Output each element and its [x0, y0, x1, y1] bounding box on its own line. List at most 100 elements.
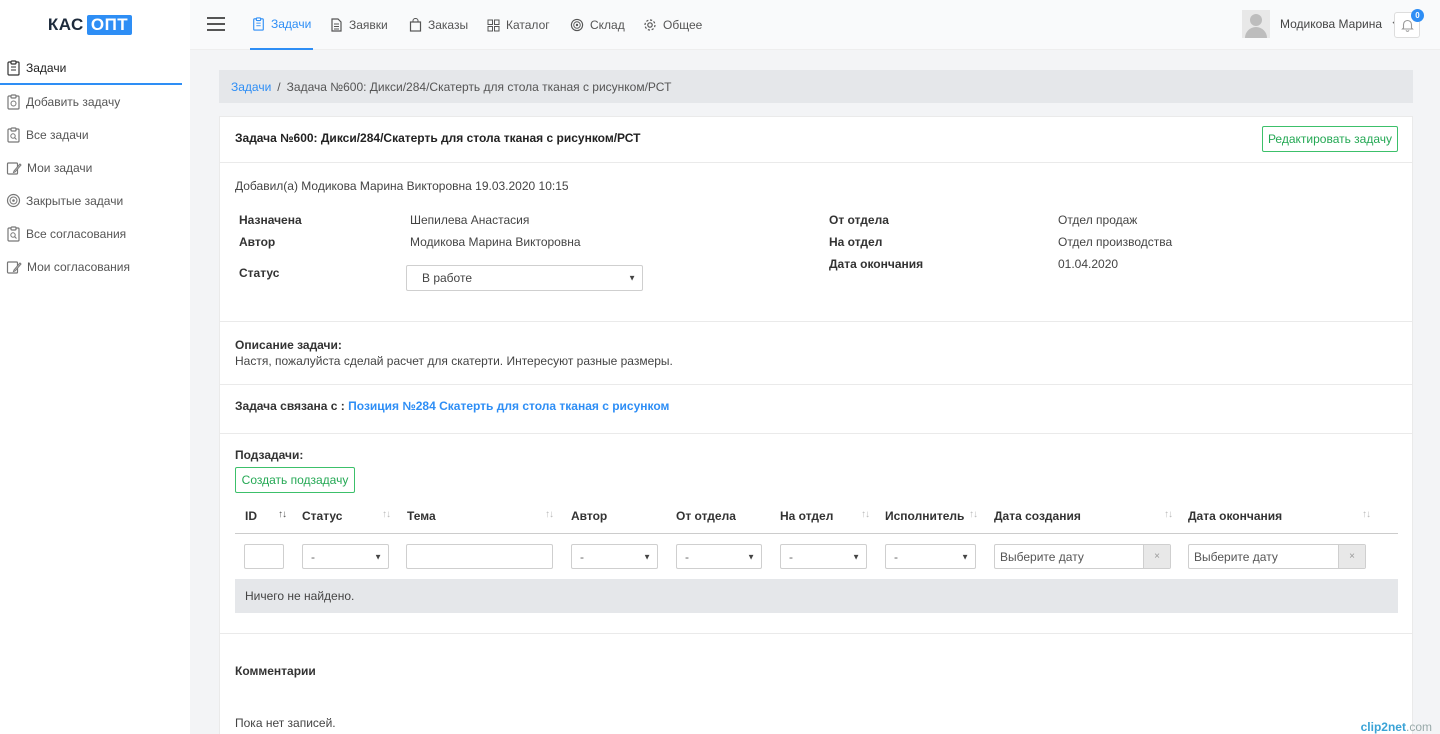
status-select[interactable]: В работе ▼: [406, 265, 643, 291]
tab-label: Каталог: [506, 18, 550, 32]
sidebar-item-label: Задачи: [26, 61, 67, 75]
divider: [220, 633, 1412, 634]
tab-label: Задачи: [271, 17, 312, 31]
divider: [220, 321, 1412, 322]
column-header-status[interactable]: Статус: [302, 509, 342, 523]
status-select-value: В работе: [422, 271, 473, 285]
date-placeholder: Выберите дату: [1194, 549, 1278, 564]
user-name: Модикова Марина: [1280, 17, 1383, 31]
date-placeholder: Выберите дату: [1000, 549, 1084, 564]
assigned-label: Назначена: [239, 213, 302, 227]
logo[interactable]: КАС ОПТ: [0, 0, 190, 50]
bell-icon: [1400, 19, 1414, 32]
end-date-value: 01.04.2020: [1058, 257, 1119, 271]
filter-value: -: [789, 549, 793, 564]
to-dept-filter-select[interactable]: - ▼: [780, 544, 867, 569]
filter-value: -: [580, 549, 584, 564]
sidebar-item-all-tasks[interactable]: Все задачи: [0, 118, 190, 151]
added-by-text: Добавил(а) Модикова Марина Викторовна 19…: [235, 179, 569, 193]
sort-icon[interactable]: ↑↓: [278, 509, 287, 520]
sort-icon[interactable]: ↑↓: [861, 509, 870, 520]
clipboard-icon: [7, 60, 20, 76]
sidebar-item-add-task[interactable]: Добавить задачу: [0, 85, 190, 118]
edit-task-button[interactable]: Редактировать задачу: [1262, 126, 1398, 152]
top-navbar: Задачи Заявки Заказы Каталог Склад Общее…: [190, 0, 1440, 50]
end-date-filter[interactable]: Выберите дату ×: [1188, 544, 1366, 569]
sort-icon[interactable]: ↑↓: [969, 509, 978, 520]
user-menu[interactable]: Модикова Марина: [1242, 10, 1400, 38]
column-header-executor[interactable]: Исполнитель: [885, 509, 964, 523]
tab-tasks[interactable]: Задачи: [250, 0, 314, 50]
clipboard-icon: [253, 17, 264, 31]
sort-icon[interactable]: ↑↓: [1164, 509, 1173, 520]
tab-warehouse[interactable]: Склад: [570, 0, 625, 50]
from-dept-filter-select[interactable]: - ▼: [676, 544, 762, 569]
column-header-created-date[interactable]: Дата создания: [994, 509, 1081, 523]
breadcrumb: Задачи / Задача №600: Дикси/284/Скатерть…: [219, 70, 1413, 103]
grid-icon: [487, 19, 500, 31]
divider: [220, 384, 1412, 385]
dropdown-arrow-icon: ▼: [628, 273, 636, 283]
filter-value: -: [685, 549, 689, 564]
gear-icon: [644, 19, 656, 31]
column-header-author[interactable]: Автор: [571, 509, 607, 523]
tab-catalog[interactable]: Каталог: [487, 0, 550, 50]
status-filter-select[interactable]: - ▼: [302, 544, 389, 569]
sort-icon[interactable]: ↑↓: [382, 509, 391, 520]
tab-general[interactable]: Общее: [643, 0, 702, 50]
comments-title: Комментарии: [235, 664, 316, 678]
logo-badge: ОПТ: [86, 15, 133, 35]
subtasks-title: Подзадачи:: [235, 448, 304, 462]
tab-orders[interactable]: Заказы: [409, 0, 468, 50]
column-header-subject[interactable]: Тема: [407, 509, 436, 523]
linked-position-link[interactable]: Позиция №284 Скатерть для стола тканая с…: [348, 399, 669, 413]
clear-date-button[interactable]: ×: [1338, 545, 1365, 568]
description-text: Настя, пожалуйста сделай расчет для скат…: [235, 354, 673, 368]
create-subtask-button[interactable]: Создать подзадачу: [235, 467, 355, 493]
tab-requests[interactable]: Заявки: [330, 0, 388, 50]
sidebar-item-label: Мои задачи: [27, 160, 93, 175]
notifications-button[interactable]: 0: [1394, 9, 1424, 38]
watermark-domain: .com: [1405, 720, 1432, 734]
dropdown-arrow-icon: ▼: [643, 552, 651, 561]
linked-row: Задача связана с : Позиция №284 Скатерть…: [235, 399, 669, 413]
author-label: Автор: [239, 235, 276, 249]
dropdown-arrow-icon: ▼: [747, 552, 755, 561]
sidebar: КАС ОПТ Задачи Добавить задачу Все задач…: [0, 0, 190, 734]
filter-value: -: [311, 549, 315, 564]
id-filter-input[interactable]: [244, 544, 284, 569]
author-filter-select[interactable]: - ▼: [571, 544, 658, 569]
executor-filter-select[interactable]: - ▼: [885, 544, 976, 569]
edit-note-icon: [6, 260, 22, 274]
dropdown-arrow-icon: ▼: [852, 552, 860, 561]
sidebar-item-all-approvals[interactable]: Все согласования: [0, 217, 190, 250]
menu-icon[interactable]: [207, 17, 225, 31]
column-header-end-date[interactable]: Дата окончания: [1188, 509, 1282, 523]
task-card: Задача №600: Дикси/284/Скатерть для стол…: [219, 116, 1413, 734]
target-icon: [6, 193, 21, 208]
column-header-id[interactable]: ID: [245, 509, 257, 523]
clear-date-button[interactable]: ×: [1143, 545, 1170, 568]
sort-icon[interactable]: ↑↓: [1362, 509, 1371, 520]
empty-table-row: Ничего не найдено.: [235, 579, 1398, 613]
document-icon: [331, 18, 342, 32]
linked-label: Задача связана с :: [235, 399, 345, 413]
subject-filter-input[interactable]: [406, 544, 553, 569]
sidebar-item-closed-tasks[interactable]: Закрытые задачи: [0, 184, 190, 217]
breadcrumb-link-tasks[interactable]: Задачи: [231, 80, 271, 94]
sidebar-item-my-approvals[interactable]: Мои согласования: [0, 250, 190, 283]
created-date-filter[interactable]: Выберите дату ×: [994, 544, 1171, 569]
logo-text: КАС: [47, 15, 84, 34]
watermark: clip2net.com: [1361, 720, 1432, 734]
sidebar-item-my-tasks[interactable]: Мои задачи: [0, 151, 190, 184]
column-header-from-dept[interactable]: От отдела: [676, 509, 736, 523]
status-label: Статус: [239, 266, 280, 280]
tab-label: Склад: [590, 18, 625, 32]
sidebar-item-tasks[interactable]: Задачи: [0, 53, 182, 85]
sort-icon[interactable]: ↑↓: [545, 509, 554, 520]
from-dept-value: Отдел продаж: [1058, 213, 1138, 227]
watermark-text: clip2net: [1360, 720, 1406, 734]
column-header-to-dept[interactable]: На отдел: [780, 509, 833, 523]
breadcrumb-current: Задача №600: Дикси/284/Скатерть для стол…: [286, 79, 672, 94]
tab-label: Заказы: [428, 18, 469, 32]
